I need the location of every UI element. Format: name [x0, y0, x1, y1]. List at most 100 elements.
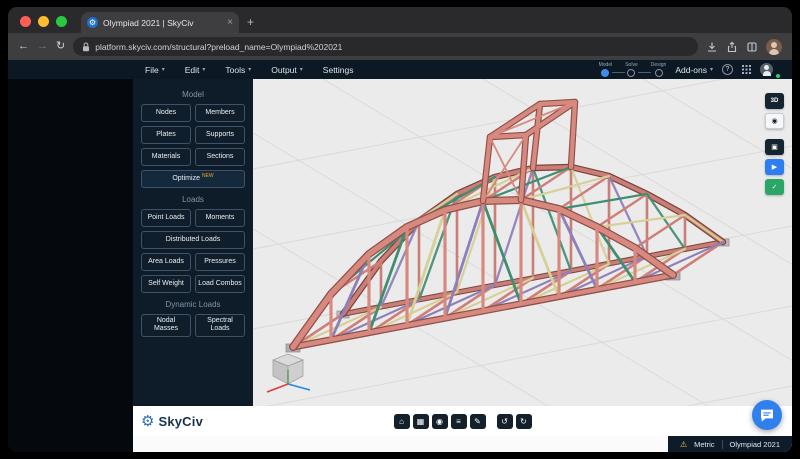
- reload-button[interactable]: ↻: [56, 41, 65, 52]
- menu-tools[interactable]: Tools▾: [225, 65, 251, 75]
- extensions-icon[interactable]: [746, 41, 758, 53]
- addons-menu[interactable]: Add-ons▾: [675, 65, 713, 75]
- skyciv-gear-icon: ⚙: [141, 414, 154, 429]
- status-row: ⚠ Metric Olympiad 2021: [133, 436, 792, 452]
- eye-icon: ◉: [771, 117, 777, 125]
- sidebar-button-members[interactable]: Members: [195, 104, 245, 122]
- visibility-settings-button[interactable]: ≡: [451, 414, 467, 429]
- chat-button[interactable]: [752, 400, 782, 430]
- app-menus: File▾ Edit▾ Tools▾ Output▾ Settings: [8, 65, 354, 75]
- sidebar-button-spectral-loads[interactable]: Spectral Loads: [195, 314, 245, 337]
- 3d-icon: 3D: [771, 98, 779, 104]
- skyciv-logo: ⚙ SkyCiv: [133, 414, 203, 429]
- orientation-cube[interactable]: [263, 346, 313, 394]
- warning-icon: ⚠: [680, 440, 687, 449]
- tab-strip: ⚙ Olympiad 2021 | SkyCiv × +: [8, 7, 792, 33]
- step-design-label: Design: [651, 62, 667, 68]
- user-avatar[interactable]: [760, 63, 773, 76]
- download-icon[interactable]: [706, 41, 718, 53]
- apps-grid-icon[interactable]: [742, 65, 751, 74]
- chevron-down-icon: ▾: [300, 66, 303, 73]
- sidebar-button-self-weight[interactable]: Self Weight: [141, 275, 191, 293]
- sidebar-button-load-combos[interactable]: Load Combos: [195, 275, 245, 293]
- step-solve[interactable]: Solve: [625, 62, 638, 77]
- solve-button[interactable]: ✓: [765, 179, 784, 195]
- browser-tab[interactable]: ⚙ Olympiad 2021 | SkyCiv ×: [81, 12, 239, 33]
- step-model[interactable]: Model: [599, 62, 613, 77]
- skyciv-logo-text: SkyCiv: [158, 414, 203, 429]
- fit-view-button[interactable]: ⌂: [394, 414, 410, 429]
- step-model-label: Model: [599, 62, 613, 68]
- model-viewport[interactable]: 3D ◉ ▣ ▶ ✓: [253, 79, 792, 406]
- model-canvas[interactable]: [253, 79, 792, 406]
- undo-button[interactable]: ↺: [497, 414, 513, 429]
- sidebar-button-point-loads[interactable]: Point Loads: [141, 209, 191, 227]
- menu-edit[interactable]: Edit▾: [185, 65, 206, 75]
- sidebar-button-materials[interactable]: Materials: [141, 148, 191, 166]
- address-bar[interactable]: platform.skyciv.com/structural?preload_n…: [73, 37, 698, 56]
- sidebar-button-distributed-loads[interactable]: Distributed Loads: [141, 231, 245, 249]
- sidebar-button-area-loads[interactable]: Area Loads: [141, 253, 191, 271]
- sidebar-button-moments[interactable]: Moments: [195, 209, 245, 227]
- render-mode-button[interactable]: ◉: [432, 414, 448, 429]
- redo-button[interactable]: ↻: [516, 414, 532, 429]
- view-3d-button[interactable]: 3D: [765, 93, 784, 109]
- menu-tools-label: Tools: [225, 65, 245, 75]
- workflow-stepper: Model Solve Design: [599, 62, 667, 77]
- menu-output-label: Output: [271, 65, 297, 75]
- step-design[interactable]: Design: [651, 62, 667, 77]
- screenshot-button[interactable]: ▣: [765, 139, 784, 155]
- back-button[interactable]: ←: [18, 41, 29, 52]
- sidebar-button-sections[interactable]: Sections: [195, 148, 245, 166]
- step-model-dot: [601, 69, 609, 77]
- share-icon[interactable]: [726, 41, 738, 53]
- close-window-button[interactable]: [20, 16, 31, 27]
- menu-file-label: File: [145, 65, 159, 75]
- section-title-loads: Loads: [141, 195, 245, 204]
- zoom-window-button[interactable]: [56, 16, 67, 27]
- lock-icon: [82, 42, 90, 52]
- view-presets-button[interactable]: ◉: [765, 113, 784, 129]
- sidebar-button-supports[interactable]: Supports: [195, 126, 245, 144]
- sidebar-button-plates[interactable]: Plates: [141, 126, 191, 144]
- play-icon: ▶: [772, 163, 777, 171]
- menu-edit-label: Edit: [185, 65, 200, 75]
- stepper-line: [612, 72, 625, 73]
- viewport-toolbar: ⌂ ▦ ◉ ≡ ✎ ↺ ↻: [394, 414, 532, 429]
- tab-close-icon[interactable]: ×: [227, 18, 233, 28]
- step-design-dot: [655, 69, 663, 77]
- minimize-window-button[interactable]: [38, 16, 49, 27]
- annotate-button[interactable]: ✎: [470, 414, 486, 429]
- skyciv-favicon-icon: ⚙: [87, 17, 98, 28]
- app-menubar: File▾ Edit▾ Tools▾ Output▾ Settings Mode…: [8, 60, 792, 79]
- menu-settings[interactable]: Settings: [323, 65, 354, 75]
- step-solve-dot: [627, 69, 635, 77]
- grid-toggle-button[interactable]: ▦: [413, 414, 429, 429]
- new-tab-button[interactable]: +: [247, 15, 254, 29]
- sidebar-button-nodes[interactable]: Nodes: [141, 104, 191, 122]
- render-button[interactable]: ▶: [765, 159, 784, 175]
- new-badge: NEW: [202, 173, 214, 179]
- addons-label: Add-ons: [675, 65, 707, 75]
- project-name: Olympiad 2021: [730, 440, 780, 449]
- help-button[interactable]: ?: [722, 64, 733, 75]
- favicon-gear-glyph: ⚙: [89, 18, 96, 27]
- profile-avatar[interactable]: [766, 39, 782, 55]
- check-icon: ✓: [772, 183, 778, 191]
- near-truss: [293, 200, 673, 347]
- workspace: Model Nodes Members Plates Supports Mate…: [133, 79, 792, 452]
- view-toolbar: 3D ◉ ▣ ▶ ✓: [765, 93, 784, 195]
- step-solve-label: Solve: [625, 62, 638, 68]
- camera-icon: ▣: [771, 143, 778, 151]
- chevron-down-icon: ▾: [162, 66, 165, 73]
- menu-file[interactable]: File▾: [145, 65, 165, 75]
- units-label[interactable]: Metric: [694, 440, 714, 449]
- forward-button[interactable]: →: [37, 41, 48, 52]
- status-divider: [722, 440, 723, 449]
- sidebar-button-nodal-masses[interactable]: Nodal Masses: [141, 314, 191, 337]
- bottom-bar: ⚙ SkyCiv ⌂ ▦ ◉ ≡ ✎ ↺ ↻: [133, 406, 792, 436]
- sidebar-button-optimize[interactable]: Optimize NEW: [141, 170, 245, 188]
- sidebar-button-pressures[interactable]: Pressures: [195, 253, 245, 271]
- menu-output[interactable]: Output▾: [271, 65, 303, 75]
- desktop: ⚙ Olympiad 2021 | SkyCiv × + ← → ↻ platf…: [0, 0, 800, 459]
